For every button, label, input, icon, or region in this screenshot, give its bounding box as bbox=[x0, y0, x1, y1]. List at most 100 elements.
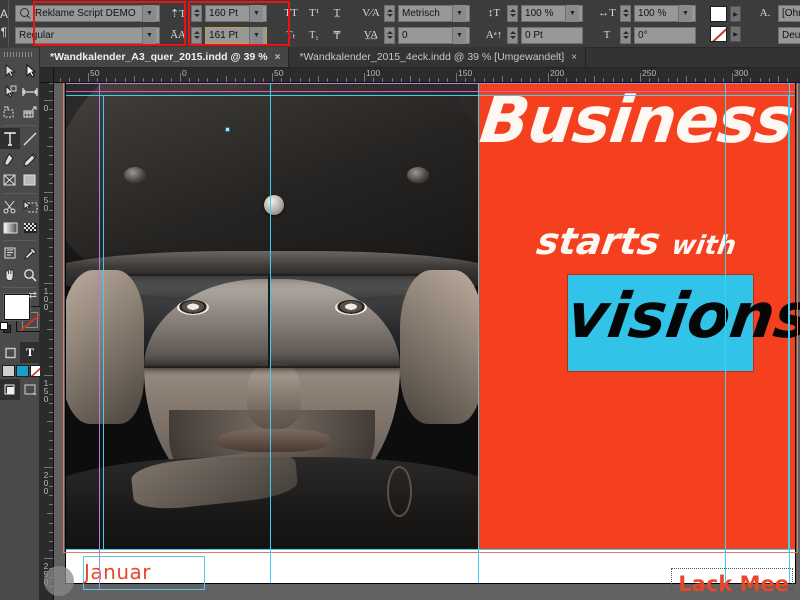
tool-gradient-feather[interactable] bbox=[20, 217, 40, 238]
ruler-origin-corner[interactable] bbox=[40, 68, 54, 83]
vertical-scale-input[interactable]: 100 % ▼ bbox=[521, 4, 584, 22]
tool-scissors[interactable] bbox=[0, 196, 20, 217]
fill-swatch-row: ▶ bbox=[710, 6, 742, 22]
baseline-shift-stepper[interactable] bbox=[507, 26, 519, 44]
preview-view-mode-icon[interactable] bbox=[20, 379, 40, 400]
selected-frame-outline[interactable] bbox=[103, 95, 789, 550]
document-canvas[interactable]: Business starts with visions Januar Lack… bbox=[54, 83, 800, 600]
normal-view-mode-icon[interactable] bbox=[0, 379, 20, 400]
tools-group-utility bbox=[0, 243, 39, 285]
tool-direct-selection[interactable] bbox=[20, 60, 40, 81]
horizontal-scale-stepper[interactable] bbox=[620, 4, 632, 22]
text-cursor-marker bbox=[225, 127, 230, 132]
font-size-stepper[interactable] bbox=[191, 4, 203, 22]
fill-color-swatch[interactable] bbox=[4, 294, 30, 320]
swatch-group: ▶ ▶ bbox=[706, 0, 745, 48]
font-style-input[interactable]: Regular ▼ bbox=[15, 26, 161, 44]
tool-frame[interactable] bbox=[0, 170, 20, 191]
tab-label: *Wandkalender_2015_4eck.indd @ 39 % [Umg… bbox=[299, 51, 565, 63]
chevron-down-icon[interactable]: ▼ bbox=[142, 26, 157, 44]
kerning-input[interactable]: Metrisch ▼ bbox=[398, 4, 471, 22]
tab-wandkalender-a3-quer[interactable]: *Wandkalender_A3_quer_2015.indd @ 39 % × bbox=[40, 47, 290, 67]
chevron-down-icon[interactable]: ▼ bbox=[452, 4, 467, 22]
skew-row: T 0° bbox=[597, 26, 697, 44]
fill-swatch-menu-icon[interactable]: ▶ bbox=[730, 6, 742, 22]
horizontal-scale-icon: ↔T bbox=[598, 7, 616, 19]
tools-group-draw bbox=[0, 128, 39, 191]
view-mode-row bbox=[0, 379, 39, 400]
vertical-scale-stepper[interactable] bbox=[507, 4, 519, 22]
baseline-shift-input[interactable]: 0 Pt bbox=[521, 26, 584, 44]
paragraph-formatting-icon[interactable]: ¶ bbox=[1, 26, 7, 40]
horizontal-scale-input[interactable]: 100 % ▼ bbox=[634, 4, 697, 22]
character-style-input[interactable]: [Ohne bbox=[778, 4, 800, 22]
chevron-down-icon[interactable]: ▼ bbox=[249, 26, 264, 44]
tools-panel: ⇄ T bbox=[0, 48, 43, 600]
control-panel-mode-toggle[interactable]: A ¶ bbox=[0, 0, 10, 48]
character-formatting-icon[interactable]: A bbox=[0, 8, 8, 22]
document-page[interactable]: Business starts with visions Januar Lack… bbox=[63, 83, 800, 596]
stroke-swatch-menu-icon[interactable]: ▶ bbox=[730, 26, 742, 42]
tools-panel-grip[interactable] bbox=[0, 48, 39, 60]
tool-pencil[interactable] bbox=[20, 149, 40, 170]
kerning-row: V∕A Metrisch ▼ bbox=[361, 4, 471, 22]
all-caps-icon[interactable]: TT bbox=[281, 5, 301, 22]
tool-gap[interactable] bbox=[20, 81, 40, 102]
default-fill-stroke-icon[interactable] bbox=[0, 322, 12, 334]
stroke-swatch-none-icon[interactable] bbox=[710, 26, 728, 42]
tool-page[interactable] bbox=[0, 81, 20, 102]
chevron-down-icon[interactable]: ▼ bbox=[249, 4, 264, 22]
vertical-ruler[interactable]: 0 50 100 150 200 250 bbox=[40, 83, 54, 600]
chevron-down-icon[interactable]: ▼ bbox=[142, 4, 157, 22]
skew-input[interactable]: 0° bbox=[634, 26, 697, 44]
underline-icon[interactable]: T̲ bbox=[327, 5, 347, 22]
tool-rectangle[interactable] bbox=[20, 170, 40, 191]
subscript-icon[interactable]: T₁ bbox=[304, 27, 324, 44]
tracking-stepper[interactable] bbox=[384, 26, 396, 44]
small-caps-icon[interactable]: Tₜ bbox=[281, 27, 301, 44]
margin-guide-left bbox=[99, 83, 100, 583]
apply-color-icon[interactable] bbox=[2, 363, 15, 379]
tool-line[interactable] bbox=[20, 128, 40, 149]
tool-zoom[interactable] bbox=[20, 264, 40, 285]
character-style-row: A. [Ohne bbox=[755, 4, 800, 22]
strikethrough-icon[interactable]: ₸ bbox=[327, 27, 347, 44]
apply-color-row bbox=[0, 363, 43, 379]
kerning-stepper[interactable] bbox=[384, 4, 396, 22]
font-size-input[interactable]: 160 Pt ▼ bbox=[205, 4, 268, 22]
baseline-shift-icon: Aᵃ↑ bbox=[485, 29, 503, 41]
format-affects-text-icon[interactable]: T bbox=[20, 342, 40, 363]
tracking-input[interactable]: 0 ▼ bbox=[398, 26, 471, 44]
language-input[interactable]: Deutsc bbox=[778, 26, 800, 44]
apply-gradient-icon[interactable] bbox=[16, 363, 29, 379]
tool-content-collector[interactable] bbox=[0, 102, 20, 123]
tool-hand[interactable] bbox=[0, 264, 20, 285]
chevron-down-icon[interactable]: ▼ bbox=[565, 4, 580, 22]
fill-swatch[interactable] bbox=[710, 6, 728, 22]
tool-eyedropper[interactable] bbox=[20, 243, 40, 264]
tool-selection[interactable] bbox=[0, 60, 20, 81]
font-family-input[interactable]: Reklame Script DEMO ▼ bbox=[15, 4, 161, 22]
tool-pen[interactable] bbox=[0, 149, 20, 170]
tab-wandkalender-4eck[interactable]: *Wandkalender_2015_4eck.indd @ 39 % [Umg… bbox=[289, 47, 587, 67]
chevron-down-icon[interactable]: ▼ bbox=[678, 4, 693, 22]
tool-free-transform[interactable] bbox=[20, 196, 40, 217]
tool-note[interactable] bbox=[0, 243, 20, 264]
superscript-icon[interactable]: T¹ bbox=[304, 5, 324, 22]
character-style-icon: A. bbox=[759, 7, 771, 19]
style-language-group: A. [Ohne Deutsc bbox=[751, 0, 800, 48]
leading-stepper[interactable] bbox=[191, 26, 203, 44]
tool-type[interactable] bbox=[0, 128, 20, 149]
horizontal-ruler[interactable]: 50 0 50 100 150 200 250 300 bbox=[40, 68, 800, 83]
tool-content-placer[interactable] bbox=[20, 102, 40, 123]
kerning-icon: V∕A bbox=[362, 7, 380, 19]
chevron-down-icon[interactable]: ▼ bbox=[452, 26, 467, 44]
leading-input[interactable]: 161 Pt ▼ bbox=[205, 26, 268, 44]
swap-fill-stroke-icon[interactable]: ⇄ bbox=[29, 290, 37, 301]
close-icon[interactable]: × bbox=[275, 52, 281, 63]
format-affects-container-icon[interactable] bbox=[0, 342, 20, 363]
tool-gradient-swatch[interactable] bbox=[0, 217, 20, 238]
skew-stepper[interactable] bbox=[620, 26, 632, 44]
close-icon[interactable]: × bbox=[571, 52, 577, 63]
tools-divider bbox=[3, 287, 36, 288]
